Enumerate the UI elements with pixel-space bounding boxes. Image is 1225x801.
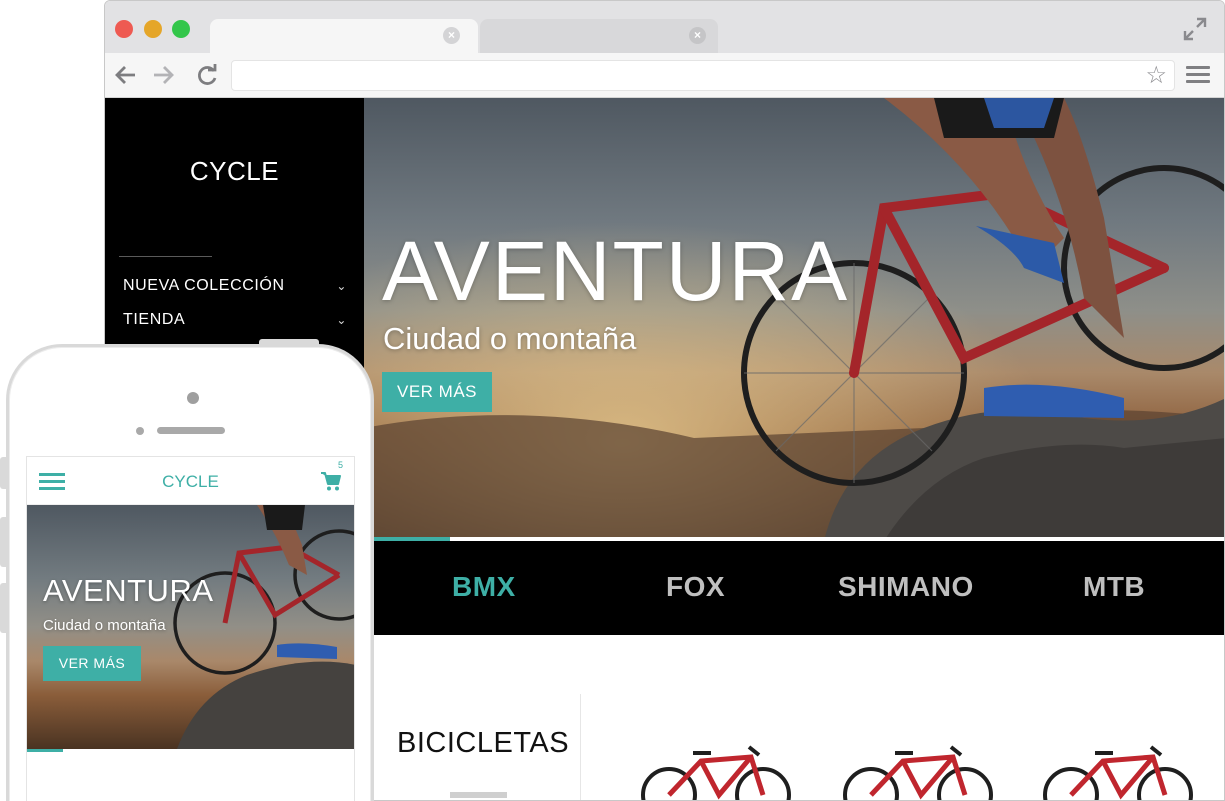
phone-volume-up — [0, 517, 6, 567]
mobile-slide-progress-bar — [27, 749, 354, 752]
product-image-bike[interactable] — [843, 743, 993, 801]
address-bar[interactable]: ☆ — [231, 60, 1175, 91]
phone-volume-down — [0, 583, 6, 633]
brand-tab-bmx[interactable]: BMX — [452, 571, 516, 603]
mobile-header: CYCLE 5 — [27, 457, 354, 505]
hero-subtitle: Ciudad o montaña — [383, 321, 637, 356]
site-logo[interactable]: CYCLE — [105, 156, 364, 187]
hero-title: AVENTURA — [382, 224, 850, 318]
close-icon[interactable]: × — [443, 27, 460, 44]
minimize-window-button[interactable] — [144, 20, 162, 38]
mobile-hero-banner: AVENTURA Ciudad o montaña VER MÁS — [27, 505, 354, 749]
phone-mute-switch — [0, 457, 6, 489]
category-underline — [450, 792, 507, 798]
phone-screen: CYCLE 5 AVENTURA Ciudad o montaña VER MÁ… — [26, 456, 355, 801]
sidebar-item-label: NUEVA COLECCIÓN — [123, 277, 285, 294]
brand-tab-mtb[interactable]: MTB — [1083, 571, 1145, 603]
phone-power-button — [259, 339, 319, 345]
close-window-button[interactable] — [115, 20, 133, 38]
brand-bar: BMX FOX SHIMANO MTB — [364, 541, 1224, 635]
speaker-grille — [157, 427, 225, 434]
back-arrow-icon[interactable] — [113, 61, 139, 89]
category-title: BICICLETAS — [397, 727, 570, 759]
camera-icon — [187, 392, 199, 404]
star-icon[interactable]: ☆ — [1145, 63, 1167, 89]
expand-icon[interactable] — [1182, 16, 1208, 42]
sidebar-divider — [119, 256, 212, 257]
browser-tab-active[interactable]: × — [210, 19, 478, 53]
mobile-hero-title: AVENTURA — [43, 573, 214, 608]
stage: × × ☆ CYCLE NUEVA COLECCIÓN ⌄ TIENDA ⌄ A… — [0, 0, 1225, 801]
mobile-hero-subtitle: Ciudad o montaña — [43, 617, 166, 634]
brand-tab-fox[interactable]: FOX — [666, 571, 725, 603]
browser-toolbar: ☆ — [105, 53, 1224, 98]
sidebar-item-nueva-coleccion[interactable]: NUEVA COLECCIÓN ⌄ — [123, 273, 347, 299]
hero-banner: AVENTURA Ciudad o montaña VER MÁS — [364, 98, 1224, 541]
cart-count-badge: 5 — [337, 460, 343, 470]
url-input[interactable] — [232, 61, 1174, 90]
close-icon[interactable]: × — [689, 27, 706, 44]
product-image-bike[interactable] — [1043, 743, 1193, 801]
chevron-down-icon: ⌄ — [336, 313, 347, 327]
sidebar-item-label: TIENDA — [123, 311, 186, 328]
cart-icon[interactable] — [320, 470, 342, 492]
sidebar-item-tienda[interactable]: TIENDA ⌄ — [123, 307, 347, 333]
chevron-down-icon: ⌄ — [336, 279, 347, 293]
forward-arrow-icon[interactable] — [150, 61, 176, 89]
products-section: BICICLETAS — [364, 635, 1224, 801]
mobile-logo[interactable]: CYCLE — [27, 472, 354, 492]
reload-icon[interactable] — [194, 61, 220, 89]
section-divider — [580, 694, 581, 800]
zoom-window-button[interactable] — [172, 20, 190, 38]
sensor-dot — [136, 427, 144, 435]
brand-tab-shimano[interactable]: SHIMANO — [838, 571, 974, 603]
menu-icon[interactable] — [1186, 66, 1210, 84]
mobile-slide-progress-fill — [27, 749, 63, 752]
mobile-ver-mas-button[interactable]: VER MÁS — [43, 646, 141, 681]
phone-mockup: CYCLE 5 AVENTURA Ciudad o montaña VER MÁ… — [0, 339, 374, 801]
browser-tab-inactive[interactable]: × — [480, 19, 718, 53]
product-image-bike[interactable] — [641, 743, 791, 801]
ver-mas-button[interactable]: VER MÁS — [382, 372, 492, 412]
browser-titlebar: × × — [105, 1, 1224, 53]
